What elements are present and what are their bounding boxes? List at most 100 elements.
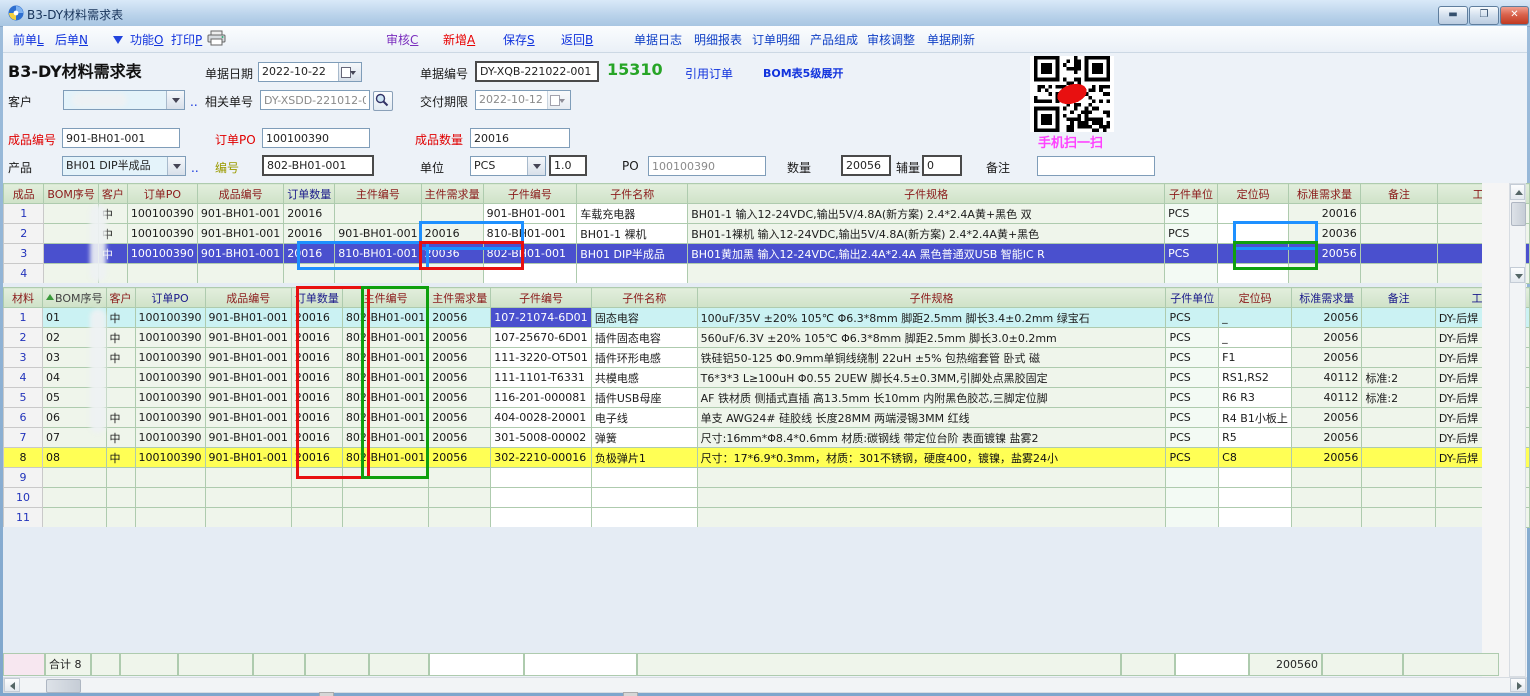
cell[interactable] xyxy=(1362,508,1435,528)
cell[interactable]: 中 xyxy=(106,308,135,328)
scroll-down-button[interactable] xyxy=(1510,267,1525,283)
material-col-header[interactable]: 主件编号 xyxy=(342,288,428,308)
cell[interactable]: PCS xyxy=(1165,204,1218,224)
cell[interactable]: 中 xyxy=(106,428,135,448)
cell[interactable] xyxy=(1360,224,1437,244)
material-col-header[interactable]: 订单数量 xyxy=(291,288,342,308)
cell[interactable]: 901-BH01-001 xyxy=(205,388,291,408)
cell[interactable]: 901-BH01-001 xyxy=(205,368,291,388)
scroll-right-button[interactable] xyxy=(1510,678,1526,692)
material-col-header[interactable]: 子件规格 xyxy=(697,288,1166,308)
cell[interactable] xyxy=(1292,508,1362,528)
cell[interactable] xyxy=(135,508,205,528)
cell[interactable]: PCS xyxy=(1166,328,1219,348)
material-col-header[interactable]: 子件单位 xyxy=(1166,288,1219,308)
cell[interactable]: 116-201-000081 xyxy=(491,388,592,408)
toolbar-print[interactable]: 打印P xyxy=(171,31,202,48)
material-col-header[interactable]: 成品编号 xyxy=(205,288,291,308)
cell[interactable] xyxy=(1289,264,1360,284)
row-number[interactable]: 8 xyxy=(4,448,43,468)
product-col-header[interactable]: 子件单位 xyxy=(1165,184,1218,204)
cell[interactable]: 100100390 xyxy=(127,244,197,264)
cell[interactable]: PCS xyxy=(1166,388,1219,408)
cell[interactable] xyxy=(421,204,483,224)
cell[interactable] xyxy=(1362,488,1435,508)
unit-select[interactable]: PCS xyxy=(470,156,546,176)
cell[interactable] xyxy=(491,488,592,508)
product-col-header[interactable]: BOM序号 xyxy=(44,184,99,204)
toolbar-doc-refresh[interactable]: 单据刷新 xyxy=(927,31,975,48)
cell[interactable]: PCS xyxy=(1165,244,1218,264)
cell[interactable]: 100100390 xyxy=(135,368,205,388)
chevron-down-icon[interactable] xyxy=(527,157,545,175)
customer-select[interactable] xyxy=(63,90,185,110)
cell[interactable]: 20036 xyxy=(421,244,483,264)
cell[interactable] xyxy=(205,508,291,528)
cell[interactable] xyxy=(697,508,1166,528)
cell[interactable] xyxy=(1166,468,1219,488)
cell[interactable]: 404-0028-20001 xyxy=(491,408,592,428)
cell[interactable] xyxy=(1362,448,1435,468)
vertical-scrollbar[interactable] xyxy=(1509,183,1526,677)
product-col-header[interactable]: 订单PO xyxy=(127,184,197,204)
cell[interactable] xyxy=(342,468,428,488)
cell[interactable] xyxy=(43,508,107,528)
cell[interactable]: 901-BH01-001 xyxy=(205,428,291,448)
cell[interactable] xyxy=(421,264,483,284)
cell[interactable]: 301-5008-00002 xyxy=(491,428,592,448)
order-po-input[interactable] xyxy=(262,128,370,148)
row-number[interactable]: 4 xyxy=(4,264,44,284)
cell[interactable]: 20056 xyxy=(429,408,491,428)
cell[interactable] xyxy=(491,468,592,488)
cell[interactable]: 901-BH01-001 xyxy=(335,224,421,244)
cell[interactable]: 901-BH01-001 xyxy=(483,204,577,224)
cell[interactable]: 100100390 xyxy=(127,224,197,244)
cell[interactable]: 100100390 xyxy=(135,348,205,368)
cell[interactable]: 20016 xyxy=(291,388,342,408)
cell[interactable]: 20016 xyxy=(1289,204,1360,224)
cell[interactable]: 铁硅铝50-125 Φ0.9mm单铜线绕制 22uH ±5% 包热缩套管 卧式 … xyxy=(697,348,1166,368)
product-col-header[interactable]: 子件规格 xyxy=(688,184,1165,204)
material-col-header[interactable]: 材料 xyxy=(4,288,43,308)
cell[interactable]: 107-25670-6D01 xyxy=(491,328,592,348)
cell[interactable]: 20056 xyxy=(429,348,491,368)
material-col-header[interactable]: 定位码 xyxy=(1219,288,1292,308)
cell[interactable]: 标准:2 xyxy=(1362,368,1435,388)
cell[interactable]: PCS xyxy=(1165,224,1218,244)
cell[interactable]: 560uF/6.3V ±20% 105℃ Φ6.3*8mm 脚距2.5mm 脚长… xyxy=(697,328,1166,348)
cell[interactable] xyxy=(135,488,205,508)
cell[interactable] xyxy=(43,468,107,488)
product-code-input[interactable] xyxy=(62,128,180,148)
cell[interactable]: T6*3*3 L≥100uH Φ0.55 2UEW 脚长4.5±0.3MM,引脚… xyxy=(697,368,1166,388)
material-col-header[interactable]: 客户 xyxy=(106,288,135,308)
cell[interactable]: 20036 xyxy=(1289,224,1360,244)
product-col-header[interactable]: 主件需求量 xyxy=(421,184,483,204)
cell[interactable]: 弹簧 xyxy=(591,428,697,448)
chevron-down-icon[interactable] xyxy=(166,91,184,109)
cell[interactable]: 20056 xyxy=(429,328,491,348)
toolbar-audit[interactable]: 审核C xyxy=(386,31,418,48)
cell[interactable]: 810-BH01-001 xyxy=(483,224,577,244)
cell[interactable]: 802-BH01-001 xyxy=(342,308,428,328)
toolbar-save[interactable]: 保存S xyxy=(503,31,535,48)
cell[interactable]: 20056 xyxy=(429,448,491,468)
cell[interactable]: 20056 xyxy=(429,388,491,408)
cell[interactable] xyxy=(106,468,135,488)
cell[interactable] xyxy=(591,508,697,528)
cell[interactable]: BH01 DIP半成品 xyxy=(577,244,688,264)
cell[interactable] xyxy=(1217,264,1288,284)
row-number[interactable]: 3 xyxy=(4,348,43,368)
cell[interactable]: _ xyxy=(1219,328,1292,348)
code-input[interactable] xyxy=(262,155,374,176)
cell[interactable]: 中 xyxy=(106,448,135,468)
cell[interactable]: F1 xyxy=(1219,348,1292,368)
cell[interactable]: 802-BH01-001 xyxy=(342,388,428,408)
cell[interactable]: 100uF/35V ±20% 105℃ Φ6.3*8mm 脚距2.5mm 脚长3… xyxy=(697,308,1166,328)
scroll-up-button[interactable] xyxy=(1510,184,1525,200)
cell[interactable] xyxy=(291,468,342,488)
cell[interactable]: 插件USB母座 xyxy=(591,388,697,408)
cell[interactable] xyxy=(342,488,428,508)
cell[interactable]: 插件环形电感 xyxy=(591,348,697,368)
material-col-header[interactable]: 子件编号 xyxy=(491,288,592,308)
cell[interactable]: PCS xyxy=(1166,368,1219,388)
